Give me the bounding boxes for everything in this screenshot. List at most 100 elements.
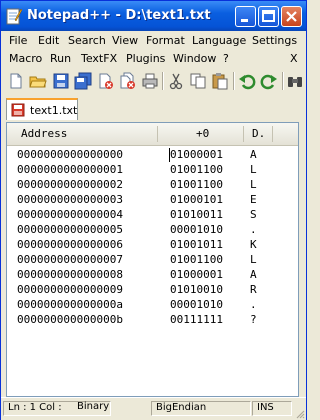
hex-row[interactable]: 000000000000000b 00111111? (7, 313, 298, 328)
paste-icon[interactable] (211, 72, 229, 90)
menu-format[interactable]: Format (146, 34, 185, 47)
save-all-icon[interactable] (74, 72, 92, 90)
header-divider (272, 126, 273, 142)
toolbar-separator (233, 72, 235, 90)
menu-settings[interactable]: Settings (252, 34, 297, 47)
row-binary[interactable]: 01001100 (170, 178, 223, 191)
title-bar[interactable]: Notepad++ - D:\text1.txt (1, 1, 306, 31)
row-address: 0000000000000006 (17, 238, 123, 251)
close-document-button[interactable]: X (290, 52, 298, 65)
row-address: 0000000000000008 (17, 268, 123, 281)
row-binary[interactable]: 01000001 (170, 268, 223, 281)
status-endian-text: BigEndian (156, 402, 207, 413)
menu-macro[interactable]: Macro (9, 52, 42, 65)
menu-language[interactable]: Language (192, 34, 246, 47)
hex-row[interactable]: 0000000000000000 01000001 A (7, 148, 298, 163)
app-window: Notepad++ - D:\text1.txt File Edit Searc… (0, 0, 307, 420)
row-binary[interactable]: 01000101 (170, 193, 223, 206)
hex-row[interactable]: 0000000000000008 01000001 A (7, 268, 298, 283)
row-char[interactable]: L (250, 178, 257, 191)
print-icon[interactable] (141, 72, 159, 90)
toolbar-separator (282, 72, 284, 90)
row-char[interactable]: E (250, 193, 257, 206)
close-file-icon[interactable] (97, 72, 115, 90)
hex-row[interactable]: 0000000000000001 01001100 L (7, 163, 298, 178)
menu-edit[interactable]: Edit (38, 34, 59, 47)
row-char[interactable]: ? (250, 313, 257, 326)
minimize-button[interactable] (235, 6, 256, 27)
menu-view[interactable]: View (112, 34, 138, 47)
row-char[interactable]: K (250, 238, 257, 251)
menu-bar-row-2: Macro Run TextFX Plugins Window ? X (1, 50, 306, 67)
header-offset[interactable]: +0 (196, 127, 209, 140)
status-insert-text: INS (257, 402, 274, 413)
cut-icon[interactable] (167, 72, 185, 90)
menu-run[interactable]: Run (50, 52, 71, 65)
save-icon[interactable] (52, 72, 70, 90)
undo-icon[interactable] (238, 72, 256, 90)
status-insert: INS (252, 401, 292, 416)
row-char[interactable]: A (250, 268, 257, 281)
row-char[interactable]: . (250, 298, 257, 311)
hex-row[interactable]: 0000000000000006 01001011 K (7, 238, 298, 253)
row-binary[interactable]: 00111111 (170, 313, 223, 326)
resize-grip-icon[interactable] (295, 409, 305, 419)
row-binary[interactable]: 01001100 (170, 253, 223, 266)
header-divider (243, 126, 244, 142)
row-char[interactable]: L (250, 253, 257, 266)
binoculars-icon[interactable] (286, 72, 304, 90)
row-address: 0000000000000003 (17, 193, 123, 206)
header-dump[interactable]: D. (252, 127, 265, 140)
row-binary[interactable]: 00001010 (170, 298, 223, 311)
hex-rows: 0000000000000000 01000001 A 00000000000000… (7, 148, 298, 328)
menu-textfx[interactable]: TextFX (81, 52, 117, 65)
row-address: 0000000000000009 (17, 283, 123, 296)
file-modified-icon (11, 103, 25, 117)
row-binary[interactable]: 01001011 (170, 238, 223, 251)
close-button[interactable] (281, 6, 302, 27)
hex-editor-view[interactable]: Address +0 D. 0000000000000000 01000001 A … (6, 122, 299, 397)
tab-label: text1.txt (30, 104, 78, 117)
menu-search[interactable]: Search (68, 34, 106, 47)
new-file-icon[interactable] (7, 72, 25, 90)
text-caret (169, 148, 170, 162)
menu-bar-row-1: File Edit Search View Format Language Se… (1, 32, 306, 49)
hex-row[interactable]: 0000000000000003 01000101 E (7, 193, 298, 208)
hex-row[interactable]: 0000000000000002 01001100 L (7, 178, 298, 193)
redo-icon[interactable] (260, 72, 278, 90)
hex-row[interactable]: 0000000000000007 01001100 L (7, 253, 298, 268)
row-address: 000000000000000b (17, 313, 123, 326)
status-mode: Binary (73, 401, 151, 416)
hex-row[interactable]: 0000000000000004 01010011 S (7, 208, 298, 223)
hex-row[interactable]: 0000000000000009 01010010 R (7, 283, 298, 298)
row-char[interactable]: S (250, 208, 257, 221)
open-folder-icon[interactable] (29, 72, 47, 90)
row-binary[interactable]: 01000001 (170, 148, 223, 161)
maximize-icon (262, 10, 275, 22)
row-char[interactable]: A (250, 148, 257, 161)
menu-help[interactable]: ? (223, 52, 229, 65)
row-char[interactable]: R (250, 283, 257, 296)
status-endian: BigEndian (151, 401, 251, 416)
hex-row[interactable]: 000000000000000a 00001010. (7, 298, 298, 313)
menu-window[interactable]: Window (173, 52, 216, 65)
row-char[interactable]: L (250, 163, 257, 176)
status-mode-text: Binary (77, 401, 110, 412)
close-all-icon[interactable] (119, 72, 137, 90)
row-address: 0000000000000000 (17, 148, 123, 161)
row-binary[interactable]: 01010011 (170, 208, 223, 221)
menu-plugins[interactable]: Plugins (126, 52, 165, 65)
row-binary[interactable]: 01010010 (170, 283, 223, 296)
header-address[interactable]: Address (21, 127, 67, 140)
row-char[interactable]: . (250, 223, 257, 236)
tab-strip: text1.txt (1, 95, 306, 121)
row-address: 000000000000000a (17, 298, 123, 311)
row-binary[interactable]: 00001010 (170, 223, 223, 236)
maximize-button[interactable] (258, 6, 279, 27)
menu-file[interactable]: File (9, 34, 27, 47)
hex-row[interactable]: 0000000000000005 00001010. (7, 223, 298, 238)
tab-text1[interactable]: text1.txt (6, 98, 78, 120)
row-binary[interactable]: 01001100 (170, 163, 223, 176)
copy-icon[interactable] (189, 72, 207, 90)
toolbar (1, 69, 306, 93)
